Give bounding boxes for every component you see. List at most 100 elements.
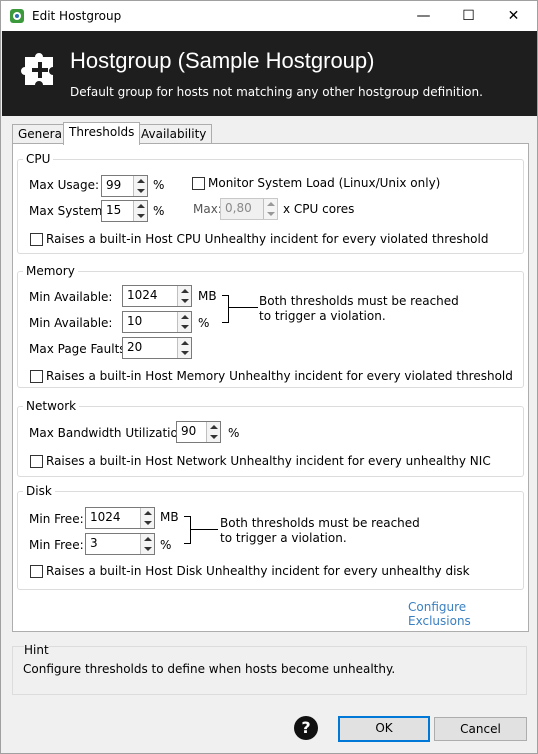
ok-button[interactable]: OK bbox=[338, 716, 430, 742]
dialog-header: Hostgroup (Sample Hostgroup) Default gro… bbox=[2, 31, 537, 116]
memory-note-line2: to trigger a violation. bbox=[259, 309, 386, 323]
title-bar: Edit Hostgroup — ☐ ✕ bbox=[1, 1, 537, 31]
disk-min-free-mb-value: 1024 bbox=[90, 510, 121, 524]
arrow-down-icon[interactable] bbox=[181, 325, 189, 329]
memory-min-available-pct-label: Min Available: bbox=[29, 316, 113, 330]
disk-min-free-pct-value: 3 bbox=[90, 536, 98, 550]
cpu-load-max-label: Max: bbox=[193, 202, 222, 216]
disk-min-free-mb-label: Min Free: bbox=[29, 512, 84, 526]
disk-min-free-mb-unit: MB bbox=[160, 510, 179, 524]
arrow-up-icon[interactable] bbox=[181, 289, 189, 293]
memory-min-available-pct-unit: % bbox=[198, 316, 210, 330]
help-icon[interactable]: ? bbox=[294, 716, 318, 740]
edit-hostgroup-window: Edit Hostgroup — ☐ ✕ Hostgroup (Sample H… bbox=[0, 0, 538, 754]
hint-text: Configure thresholds to define when host… bbox=[23, 662, 396, 676]
arrow-up-icon[interactable] bbox=[144, 537, 152, 541]
thresholds-panel: CPU Max Usage: 99 % Monitor System Load … bbox=[12, 143, 529, 632]
memory-min-available-pct-stepper[interactable]: 10 bbox=[122, 311, 192, 333]
arrow-up-icon[interactable] bbox=[267, 202, 275, 206]
cancel-button[interactable]: Cancel bbox=[434, 717, 527, 741]
network-max-bandwidth-value: 90 bbox=[181, 424, 197, 438]
arrow-up-icon[interactable] bbox=[181, 315, 189, 319]
arrow-down-icon[interactable] bbox=[137, 214, 145, 218]
network-max-bandwidth-stepper[interactable]: 90 bbox=[176, 421, 221, 443]
tab-thresholds[interactable]: Thresholds bbox=[63, 122, 141, 145]
memory-incident-checkbox[interactable] bbox=[30, 370, 43, 383]
configure-exclusions-link[interactable]: Configure Exclusions bbox=[408, 600, 528, 628]
app-icon bbox=[10, 9, 24, 23]
maximize-icon: ☐ bbox=[462, 8, 475, 24]
memory-bracket-connector bbox=[228, 307, 258, 308]
cpu-incident-checkbox[interactable] bbox=[30, 233, 43, 246]
arrow-up-icon[interactable] bbox=[210, 425, 218, 429]
stepper-arrows[interactable] bbox=[177, 312, 191, 332]
arrow-up-icon[interactable] bbox=[181, 341, 189, 345]
puzzle-icon bbox=[21, 53, 53, 85]
minimize-button[interactable]: — bbox=[401, 1, 446, 31]
cpu-max-usage-value: 99 bbox=[106, 178, 122, 192]
memory-min-available-mb-value: 1024 bbox=[127, 288, 158, 302]
stepper-arrows[interactable] bbox=[177, 286, 191, 306]
memory-min-available-pct-value: 10 bbox=[127, 314, 143, 328]
disk-min-free-pct-unit: % bbox=[160, 538, 172, 552]
arrow-up-icon[interactable] bbox=[137, 179, 145, 183]
network-max-bandwidth-unit: % bbox=[228, 426, 240, 440]
arrow-down-icon[interactable] bbox=[137, 189, 145, 193]
network-max-bandwidth-label: Max Bandwidth Utilization: bbox=[29, 426, 190, 440]
network-incident-checkbox[interactable] bbox=[30, 455, 43, 468]
disk-bracket bbox=[184, 516, 191, 544]
monitor-system-load-checkbox[interactable] bbox=[192, 177, 205, 190]
stepper-arrows[interactable] bbox=[140, 534, 154, 554]
header-subtitle: Default group for hosts not matching any… bbox=[70, 85, 483, 99]
monitor-system-load-label: Monitor System Load (Linux/Unix only) bbox=[208, 176, 441, 190]
disk-min-free-pct-stepper[interactable]: 3 bbox=[85, 533, 155, 555]
arrow-down-icon[interactable] bbox=[210, 435, 218, 439]
stepper-arrows[interactable] bbox=[133, 201, 147, 221]
cpu-max-system-value: 15 bbox=[106, 203, 122, 217]
arrow-up-icon[interactable] bbox=[144, 511, 152, 515]
cpu-legend: CPU bbox=[26, 152, 51, 166]
cpu-max-system-stepper[interactable]: 15 bbox=[101, 200, 148, 222]
header-title: Hostgroup (Sample Hostgroup) bbox=[70, 48, 375, 73]
stepper-arrows[interactable] bbox=[140, 508, 154, 528]
cpu-max-usage-stepper[interactable]: 99 bbox=[101, 175, 148, 197]
stepper-arrows[interactable] bbox=[263, 199, 277, 219]
arrow-down-icon[interactable] bbox=[181, 299, 189, 303]
memory-legend: Memory bbox=[26, 264, 75, 278]
close-icon: ✕ bbox=[507, 8, 520, 24]
stepper-arrows[interactable] bbox=[177, 338, 191, 358]
arrow-down-icon[interactable] bbox=[181, 351, 189, 355]
hint-label: Hint bbox=[24, 643, 49, 657]
cpu-max-usage-label: Max Usage: bbox=[29, 178, 100, 192]
memory-note-line1: Both thresholds must be reached bbox=[259, 294, 459, 308]
arrow-down-icon[interactable] bbox=[144, 547, 152, 551]
arrow-down-icon[interactable] bbox=[267, 212, 275, 216]
network-incident-label: Raises a built-in Host Network Unhealthy… bbox=[46, 454, 491, 468]
disk-bracket-connector bbox=[190, 529, 218, 530]
disk-note-line1: Both thresholds must be reached bbox=[220, 516, 420, 530]
cpu-max-system-unit: % bbox=[153, 204, 165, 218]
disk-incident-checkbox[interactable] bbox=[30, 565, 43, 578]
hint-box: Hint Configure thresholds to define when… bbox=[12, 643, 527, 695]
memory-max-page-faults-stepper[interactable]: 20 bbox=[122, 337, 192, 359]
cpu-load-max-stepper[interactable]: 0,80 bbox=[220, 198, 278, 220]
memory-max-page-faults-value: 20 bbox=[127, 340, 143, 354]
close-button[interactable]: ✕ bbox=[491, 1, 536, 31]
disk-incident-label: Raises a built-in Host Disk Unhealthy in… bbox=[46, 564, 470, 578]
memory-min-available-mb-stepper[interactable]: 1024 bbox=[122, 285, 192, 307]
cpu-load-max-value: 0,80 bbox=[225, 201, 252, 215]
arrow-down-icon[interactable] bbox=[144, 521, 152, 525]
tab-availability[interactable]: Availability bbox=[135, 124, 213, 144]
stepper-arrows[interactable] bbox=[133, 176, 147, 196]
stepper-arrows[interactable] bbox=[206, 422, 220, 442]
window-title: Edit Hostgroup bbox=[32, 9, 122, 23]
arrow-up-icon[interactable] bbox=[137, 204, 145, 208]
disk-min-free-mb-stepper[interactable]: 1024 bbox=[85, 507, 155, 529]
memory-incident-label: Raises a built-in Host Memory Unhealthy … bbox=[46, 369, 513, 383]
cpu-max-usage-unit: % bbox=[153, 178, 165, 192]
network-legend: Network bbox=[26, 399, 77, 413]
cpu-load-max-unit: x CPU cores bbox=[283, 202, 355, 216]
maximize-button[interactable]: ☐ bbox=[446, 1, 491, 31]
disk-min-free-pct-label: Min Free: bbox=[29, 538, 84, 552]
memory-min-available-mb-unit: MB bbox=[198, 289, 217, 303]
